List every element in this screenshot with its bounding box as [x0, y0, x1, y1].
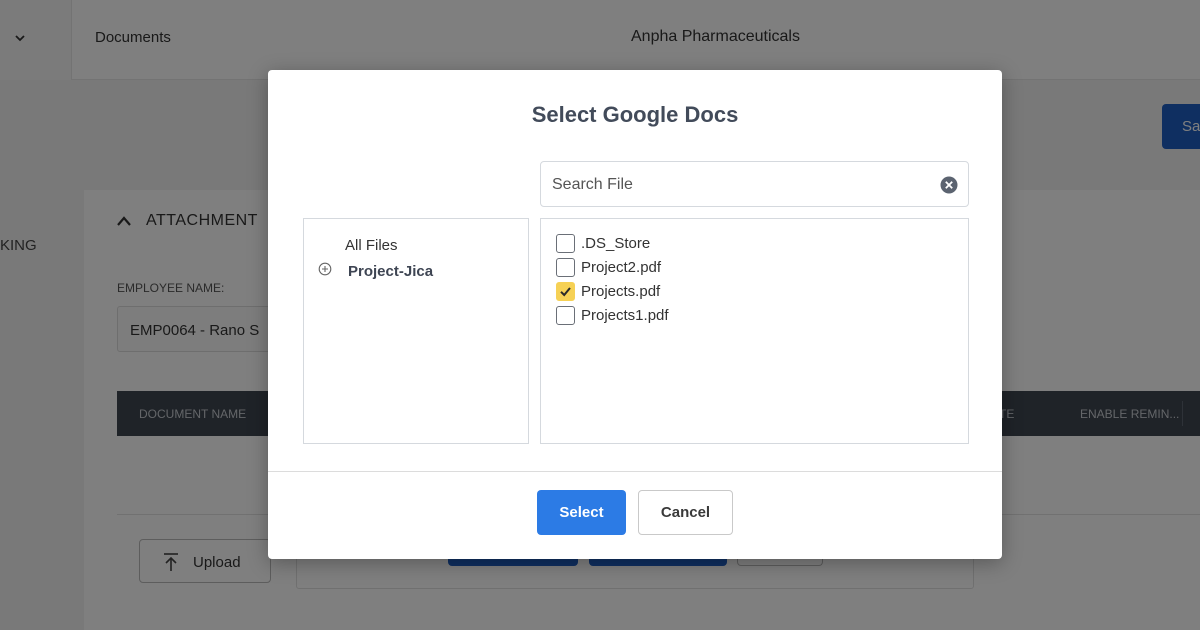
search-box: [540, 161, 969, 207]
file-name: .DS_Store: [581, 235, 651, 252]
file-checkbox-checked[interactable]: [556, 282, 575, 301]
file-name: Projects.pdf: [581, 283, 661, 300]
cancel-button[interactable]: Cancel: [638, 490, 733, 535]
footer-divider: [268, 471, 1002, 472]
plus-circle-icon[interactable]: [318, 262, 332, 276]
tree-item-all-files[interactable]: All Files: [345, 237, 398, 254]
select-google-docs-dialog: Select Google Docs All Files Project-Jic…: [268, 70, 1002, 559]
tree-item-project-jica[interactable]: Project-Jica: [348, 263, 433, 280]
checkmark-icon: [560, 287, 571, 297]
folder-tree: All Files Project-Jica: [303, 218, 529, 444]
clear-search-icon[interactable]: [939, 175, 959, 195]
dialog-title: Select Google Docs: [531, 102, 739, 127]
file-checkbox[interactable]: [556, 234, 575, 253]
file-checkbox[interactable]: [556, 258, 575, 277]
search-input[interactable]: [552, 174, 932, 196]
file-checkbox[interactable]: [556, 306, 575, 325]
file-name: Project2.pdf: [581, 259, 662, 276]
select-button[interactable]: Select: [537, 490, 626, 535]
file-name: Projects1.pdf: [581, 307, 669, 324]
file-list: .DS_Store Project2.pdf Projects.pdf Proj…: [540, 218, 969, 444]
